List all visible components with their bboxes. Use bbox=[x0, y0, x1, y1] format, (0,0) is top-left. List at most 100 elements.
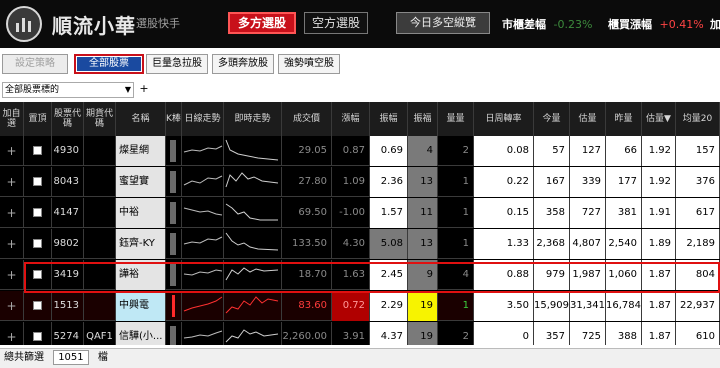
col-code[interactable]: 股票代碼 bbox=[52, 102, 84, 136]
volume-today: 15,909 bbox=[534, 291, 570, 321]
volume-ratio: 1.87 bbox=[642, 322, 676, 345]
col-vol-est[interactable]: 估量 bbox=[570, 102, 606, 136]
col-vol-yest[interactable]: 昨量 bbox=[606, 102, 642, 136]
col-ratio[interactable]: 估量 ▼ bbox=[642, 102, 676, 136]
table-row[interactable]: +3419 譁裕 18.70 1.63 2.45 9 4 0.88 979 1,987 1,060 1… bbox=[0, 260, 720, 290]
app-subtitle: 選股快手 bbox=[136, 17, 180, 30]
status-unit: 檔 bbox=[97, 352, 108, 363]
col-avg20[interactable]: 均量20 bbox=[676, 102, 720, 136]
price-value: 18.70 bbox=[282, 260, 332, 290]
vibrate-value: 11 bbox=[408, 198, 438, 228]
pin-top-checkbox[interactable] bbox=[24, 260, 52, 290]
stock-target-select[interactable]: 全部股票標的 ▼ bbox=[2, 82, 134, 98]
futures-code bbox=[84, 198, 116, 228]
stock-name[interactable]: 信驊(小... bbox=[116, 322, 166, 345]
average-volume-20: 804 bbox=[676, 260, 720, 290]
volume-ratio: 1.91 bbox=[642, 198, 676, 228]
add-filter-button[interactable]: + bbox=[138, 82, 150, 98]
pin-top-checkbox[interactable] bbox=[24, 322, 52, 345]
change-value: 0.72 bbox=[332, 291, 370, 321]
table-row[interactable]: +8043 蜜望實 27.80 1.09 2.36 13 1 0.22 167 339 177 1.9… bbox=[0, 167, 720, 197]
long-select-button[interactable]: 多方選股 bbox=[228, 12, 296, 34]
col-amplitude[interactable]: 振幅 bbox=[370, 102, 408, 136]
add-watchlist-button[interactable]: + bbox=[0, 322, 24, 345]
tab-bull-run[interactable]: 多頭奔放股 bbox=[212, 54, 274, 74]
index-market-diff-label: 市櫃差幅 bbox=[502, 18, 546, 31]
tab-set-strategy[interactable]: 設定策略 bbox=[2, 54, 68, 74]
today-overview-button[interactable]: 今日多空縱覽 bbox=[396, 12, 490, 34]
volume-estimate: 1,987 bbox=[570, 260, 606, 290]
amplitude-value: 5.08 bbox=[370, 229, 408, 259]
status-label: 總共篩選 bbox=[4, 352, 44, 363]
stock-name[interactable]: 中興電 bbox=[116, 291, 166, 321]
k-bar-cell bbox=[166, 167, 182, 197]
daily-trend-sparkline bbox=[182, 260, 224, 290]
intraday-sparkline bbox=[224, 167, 282, 197]
pin-top-checkbox[interactable] bbox=[24, 198, 52, 228]
col-vibrate[interactable]: 振福 bbox=[408, 102, 438, 136]
price-value: 69.50 bbox=[282, 198, 332, 228]
col-intraday[interactable]: 即時走勢 bbox=[224, 102, 282, 136]
turnover-value: 1.33 bbox=[474, 229, 534, 259]
stock-name[interactable]: 譁裕 bbox=[116, 260, 166, 290]
col-weekly-turnover[interactable]: 日周轉率 bbox=[474, 102, 534, 136]
vibrate-value: 19 bbox=[408, 291, 438, 321]
add-watchlist-button[interactable]: + bbox=[0, 291, 24, 321]
volume-yesterday: 177 bbox=[606, 167, 642, 197]
short-select-button[interactable]: 空方選股 bbox=[304, 12, 368, 34]
volume-estimate: 725 bbox=[570, 322, 606, 345]
volume-ratio: 1.92 bbox=[642, 167, 676, 197]
amplitude-value: 2.29 bbox=[370, 291, 408, 321]
daily-trend-sparkline bbox=[182, 167, 224, 197]
col-name[interactable]: 名稱 bbox=[116, 102, 166, 136]
tab-strong-break[interactable]: 強勢噴空股 bbox=[278, 54, 340, 74]
volume-value: 1 bbox=[438, 291, 474, 321]
vibrate-value: 13 bbox=[408, 167, 438, 197]
amplitude-value: 0.69 bbox=[370, 136, 408, 166]
candlestick-icon bbox=[170, 140, 176, 162]
index-market-diff: 市櫃差幅 -0.23% bbox=[502, 16, 592, 32]
col-change[interactable]: 漲幅 bbox=[332, 102, 370, 136]
turnover-value: 0.15 bbox=[474, 198, 534, 228]
col-fut[interactable]: 期貨代碼 bbox=[84, 102, 116, 136]
col-volume[interactable]: 量量 bbox=[438, 102, 474, 136]
add-watchlist-button[interactable]: + bbox=[0, 167, 24, 197]
col-k[interactable]: K棒 bbox=[166, 102, 182, 136]
volume-value: 2 bbox=[438, 136, 474, 166]
index-extra-label: 加 bbox=[710, 18, 720, 31]
add-watchlist-button[interactable]: + bbox=[0, 260, 24, 290]
app-title: 順流小華 bbox=[52, 14, 136, 38]
add-watchlist-button[interactable]: + bbox=[0, 198, 24, 228]
stock-name[interactable]: 中裕 bbox=[116, 198, 166, 228]
pin-top-checkbox[interactable] bbox=[24, 291, 52, 321]
volume-today: 357 bbox=[534, 322, 570, 345]
table-row[interactable]: +5274 QAF1 信驊(小... 2,260.00 3.91 4.37 19 2 0 357 7… bbox=[0, 322, 720, 345]
pin-top-checkbox[interactable] bbox=[24, 229, 52, 259]
table-row[interactable]: +1513 中興電 83.60 0.72 2.29 19 1 3.50 15,909 31,341… bbox=[0, 291, 720, 321]
table-row[interactable]: +4930 燦星網 29.05 0.87 0.69 4 2 0.08 57 127 66 1.92 15… bbox=[0, 136, 720, 166]
pin-top-checkbox[interactable] bbox=[24, 136, 52, 166]
volume-estimate: 31,341 bbox=[570, 291, 606, 321]
tab-volume-rise[interactable]: 巨量急拉股 bbox=[146, 54, 208, 74]
table-row[interactable]: +4147 中裕 69.50 -1.00 1.57 11 1 0.15 358 727 381 1.9… bbox=[0, 198, 720, 228]
change-value: 1.63 bbox=[332, 260, 370, 290]
tab-all-stocks[interactable]: 全部股票 bbox=[74, 54, 144, 74]
col-trend[interactable]: 日線走勢 bbox=[182, 102, 224, 136]
stock-name[interactable]: 燦星網 bbox=[116, 136, 166, 166]
add-watchlist-button[interactable]: + bbox=[0, 136, 24, 166]
table-row[interactable]: +9802 鈺齊-KY 133.50 4.30 5.08 13 1 1.33 2,368 4,80… bbox=[0, 229, 720, 259]
stock-name[interactable]: 鈺齊-KY bbox=[116, 229, 166, 259]
volume-value: 1 bbox=[438, 198, 474, 228]
add-watchlist-button[interactable]: + bbox=[0, 229, 24, 259]
checkbox-icon bbox=[33, 331, 42, 341]
volume-yesterday: 16,784 bbox=[606, 291, 642, 321]
col-price[interactable]: 成交價 bbox=[282, 102, 332, 136]
col-top[interactable]: 置頂 bbox=[24, 102, 52, 136]
col-vol-today[interactable]: 今量 bbox=[534, 102, 570, 136]
stock-name[interactable]: 蜜望實 bbox=[116, 167, 166, 197]
pin-top-checkbox[interactable] bbox=[24, 167, 52, 197]
volume-ratio: 1.89 bbox=[642, 229, 676, 259]
average-volume-20: 376 bbox=[676, 167, 720, 197]
change-value: 4.30 bbox=[332, 229, 370, 259]
col-add[interactable]: 加自選 bbox=[0, 102, 24, 136]
